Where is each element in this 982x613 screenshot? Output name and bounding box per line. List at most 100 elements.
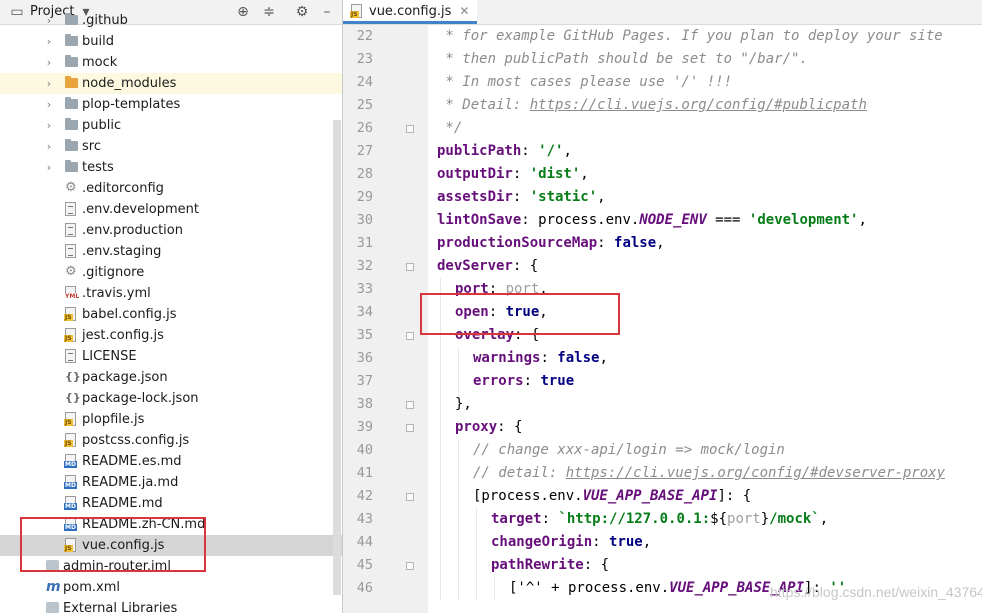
- code-token: ,: [599, 350, 608, 366]
- project-scrollbar[interactable]: [333, 120, 341, 595]
- code-token: pathRewrite: [491, 557, 584, 573]
- tab-vue-config-js[interactable]: JS vue.config.js ✕: [343, 0, 478, 24]
- chevron-right-icon[interactable]: ›: [43, 115, 55, 136]
- code-line[interactable]: warnings: false,: [473, 347, 608, 370]
- chevron-right-icon[interactable]: ›: [43, 94, 55, 115]
- tree-item[interactable]: External Libraries: [0, 598, 342, 613]
- tree-item[interactable]: › node_modules: [0, 73, 342, 94]
- line-number: 42: [356, 488, 373, 504]
- code-line[interactable]: * then publicPath should be set to "/bar…: [437, 48, 807, 71]
- indent-guide: [440, 485, 441, 508]
- tree-item-label: postcss.config.js: [82, 433, 190, 448]
- tree-item[interactable]: MD README.ja.md: [0, 472, 342, 493]
- text-file-icon: [65, 202, 76, 216]
- line-number: 41: [356, 465, 373, 481]
- code-line[interactable]: productionSourceMap: false,: [437, 232, 665, 255]
- chevron-right-icon[interactable]: ›: [43, 136, 55, 157]
- fold-marker-icon[interactable]: [406, 424, 414, 432]
- code-token: : {: [583, 557, 610, 573]
- file-type-badge: YML: [64, 293, 81, 300]
- code-line[interactable]: * In most cases please use '/' !!!: [437, 71, 732, 94]
- tree-item[interactable]: {} package-lock.json: [0, 388, 342, 409]
- tree-item[interactable]: › build: [0, 31, 342, 52]
- folder-icon: [65, 55, 78, 67]
- tree-item[interactable]: JS babel.config.js: [0, 304, 342, 325]
- code-token: ,: [597, 189, 606, 205]
- tree-item[interactable]: JS plopfile.js: [0, 409, 342, 430]
- code-line[interactable]: lintOnSave: process.env.NODE_ENV === 'de…: [437, 209, 867, 232]
- tree-item[interactable]: ⚙ .editorconfig: [0, 178, 342, 199]
- code-token: :: [541, 511, 559, 527]
- tree-item[interactable]: .env.production: [0, 220, 342, 241]
- chevron-right-icon[interactable]: ›: [43, 10, 55, 31]
- line-number: 23: [356, 51, 373, 67]
- line-number: 36: [356, 350, 373, 366]
- tree-item[interactable]: JS postcss.config.js: [0, 430, 342, 451]
- code-line[interactable]: errors: true: [473, 370, 574, 393]
- code-token: ]: {: [717, 488, 752, 504]
- code-token: [process.env.: [473, 488, 583, 504]
- fold-marker-icon[interactable]: [406, 125, 414, 133]
- code-token: : process.env.: [521, 212, 640, 228]
- code-token: * for example GitHub Pages. If you plan …: [437, 28, 943, 44]
- annotation-box-files: [20, 517, 206, 572]
- code-line[interactable]: // detail: https://cli.vuejs.org/config/…: [473, 462, 945, 485]
- code-line[interactable]: assetsDir: 'static',: [437, 186, 606, 209]
- line-number: 29: [356, 189, 373, 205]
- code-line[interactable]: * for example GitHub Pages. If you plan …: [437, 25, 943, 48]
- code-token: * Detail:: [437, 97, 530, 113]
- line-number: 45: [356, 557, 373, 573]
- tree-item[interactable]: › src: [0, 136, 342, 157]
- tree-item[interactable]: › tests: [0, 157, 342, 178]
- code-line[interactable]: [process.env.VUE_APP_BASE_API]: {: [473, 485, 751, 508]
- fold-marker-icon[interactable]: [406, 493, 414, 501]
- tree-item[interactable]: YML .travis.yml: [0, 283, 342, 304]
- code-line[interactable]: },: [455, 393, 472, 416]
- file-type-badge: JS: [64, 335, 73, 342]
- tree-item[interactable]: › public: [0, 115, 342, 136]
- fold-marker-icon[interactable]: [406, 562, 414, 570]
- tree-item[interactable]: m pom.xml: [0, 577, 342, 598]
- chevron-right-icon[interactable]: ›: [43, 52, 55, 73]
- code-line[interactable]: */: [437, 117, 462, 140]
- annotation-box-open-true: [420, 293, 620, 335]
- tree-item[interactable]: MD README.es.md: [0, 451, 342, 472]
- tree-item[interactable]: .env.staging: [0, 241, 342, 262]
- tree-item[interactable]: › .github: [0, 10, 342, 31]
- code-line[interactable]: publicPath: '/',: [437, 140, 572, 163]
- code-line[interactable]: * Detail: https://cli.vuejs.org/config/#…: [437, 94, 866, 117]
- chevron-right-icon[interactable]: ›: [43, 73, 55, 94]
- tree-item[interactable]: JS jest.config.js: [0, 325, 342, 346]
- tree-item[interactable]: LICENSE: [0, 346, 342, 367]
- tree-item[interactable]: › mock: [0, 52, 342, 73]
- code-line[interactable]: proxy: {: [455, 416, 522, 439]
- tree-item-label: package.json: [82, 370, 168, 385]
- fold-marker-icon[interactable]: [406, 332, 414, 340]
- tree-item[interactable]: .env.development: [0, 199, 342, 220]
- line-number: 38: [356, 396, 373, 412]
- fold-marker-icon[interactable]: [406, 263, 414, 271]
- line-number: 33: [356, 281, 373, 297]
- code-token: ===: [706, 212, 749, 228]
- chevron-right-icon[interactable]: ›: [43, 157, 55, 178]
- tree-item[interactable]: › plop-templates: [0, 94, 342, 115]
- code-line[interactable]: outputDir: 'dist',: [437, 163, 589, 186]
- code-token: }: [760, 511, 770, 527]
- code-line[interactable]: changeOrigin: true,: [491, 531, 651, 554]
- chevron-right-icon[interactable]: ›: [43, 31, 55, 52]
- tree-item[interactable]: ⚙ .gitignore: [0, 262, 342, 283]
- code-line[interactable]: devServer: {: [437, 255, 538, 278]
- code-token: :: [521, 143, 539, 159]
- code-line[interactable]: target: `http://127.0.0.1:${port}/mock`,: [491, 508, 828, 531]
- code-line[interactable]: pathRewrite: {: [491, 554, 609, 577]
- code-line[interactable]: // change xxx-api/login => mock/login: [473, 439, 785, 462]
- line-number: 24: [356, 74, 373, 90]
- tree-item[interactable]: MD README.md: [0, 493, 342, 514]
- close-icon[interactable]: ✕: [459, 4, 469, 18]
- tree-item[interactable]: {} package.json: [0, 367, 342, 388]
- indent-guide: [440, 531, 441, 554]
- fold-marker-icon[interactable]: [406, 401, 414, 409]
- code-token: ,: [580, 166, 589, 182]
- js-file-icon: JS: [64, 412, 76, 426]
- indent-guide: [458, 370, 459, 393]
